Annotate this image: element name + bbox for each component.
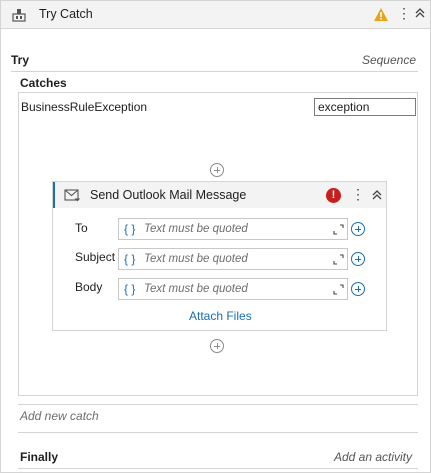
attach-files-link[interactable]: Attach Files — [189, 309, 252, 323]
field-placeholder: Text must be quoted — [144, 223, 248, 235]
field-placeholder: Text must be quoted — [144, 253, 248, 265]
expand-editor-icon[interactable] — [333, 224, 344, 238]
expression-icon: { } — [124, 282, 136, 296]
to-field[interactable]: { } Text must be quoted — [118, 218, 348, 240]
expression-icon: { } — [124, 252, 136, 266]
header-title: Try Catch — [39, 7, 93, 21]
add-activity-bottom-icon[interactable] — [210, 339, 224, 353]
mail-icon — [64, 189, 81, 205]
field-label-to: To — [75, 221, 88, 235]
add-activity-top-icon[interactable] — [210, 163, 224, 177]
add-argument-icon[interactable] — [351, 282, 365, 296]
collapse-icon[interactable] — [371, 189, 383, 204]
warning-icon[interactable] — [373, 7, 389, 25]
divider — [18, 404, 418, 405]
try-catch-header[interactable]: Try Catch ⋮ — [1, 1, 430, 29]
try-catch-icon — [11, 7, 27, 23]
field-label-body: Body — [75, 280, 103, 294]
try-row[interactable]: Try Sequence — [11, 51, 416, 69]
more-options-icon[interactable]: ⋮ — [397, 6, 411, 20]
activity-title: Send Outlook Mail Message — [90, 188, 247, 202]
more-options-icon[interactable]: ⋮ — [351, 187, 365, 201]
collapse-icon[interactable] — [414, 7, 426, 22]
add-argument-icon[interactable] — [351, 222, 365, 236]
divider — [11, 71, 418, 72]
expand-editor-icon[interactable] — [333, 284, 344, 298]
try-type[interactable]: Sequence — [362, 53, 416, 67]
field-placeholder: Text must be quoted — [144, 283, 248, 295]
try-catch-container: Try Catch ⋮ Try Sequence Catches Busines… — [0, 0, 431, 473]
catches-label: Catches — [20, 76, 67, 90]
try-label: Try — [11, 53, 30, 67]
body-field[interactable]: { } Text must be quoted — [118, 278, 348, 300]
divider — [18, 468, 418, 469]
add-new-catch-link[interactable]: Add new catch — [20, 409, 99, 423]
finally-add-activity[interactable]: Add an activity — [334, 450, 412, 464]
finally-label: Finally — [20, 450, 59, 464]
expression-icon: { } — [124, 222, 136, 236]
expand-editor-icon[interactable] — [333, 254, 344, 268]
catch-exception-type: BusinessRuleException — [21, 100, 148, 114]
add-argument-icon[interactable] — [351, 252, 365, 266]
catch-variable-input[interactable]: exception — [314, 98, 416, 116]
divider — [18, 432, 418, 433]
subject-field[interactable]: { } Text must be quoted — [118, 248, 348, 270]
send-outlook-mail-activity[interactable]: Send Outlook Mail Message ! ⋮ To { } Tex… — [52, 181, 387, 331]
field-label-subject: Subject — [75, 250, 116, 264]
error-icon[interactable]: ! — [326, 188, 341, 203]
activity-header[interactable]: Send Outlook Mail Message ! ⋮ — [53, 182, 386, 208]
